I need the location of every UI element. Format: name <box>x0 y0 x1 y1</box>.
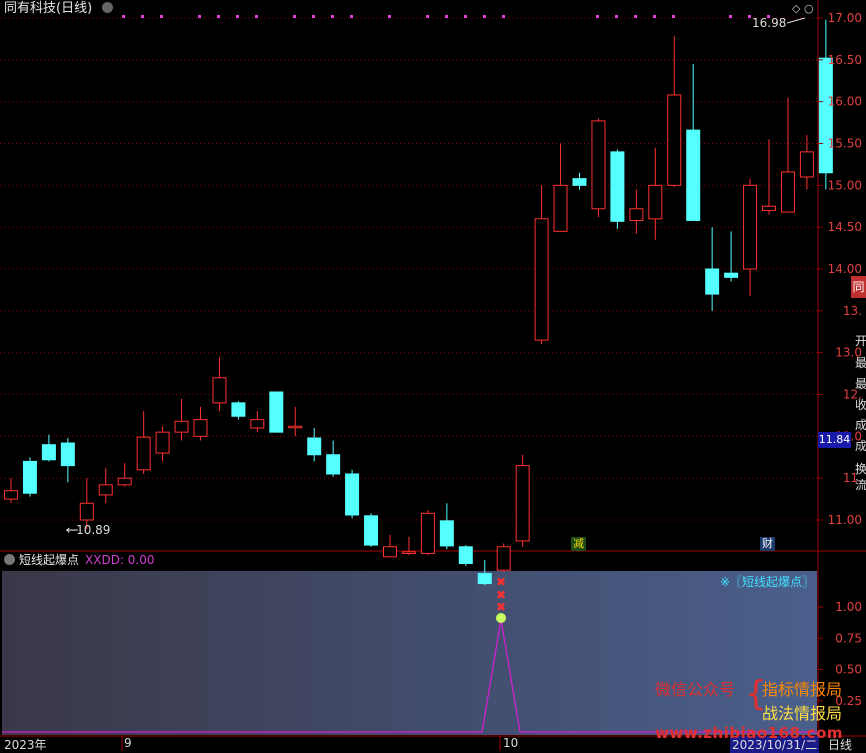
watermark-line2: 指标情报局 <box>762 680 843 699</box>
side-panel-line: 最 <box>855 377 866 391</box>
price-tick-label: 13. <box>843 304 862 318</box>
indicator-tick-label: 1.00 <box>835 600 862 614</box>
watermark-site: www.zhibiao168.com <box>655 724 844 742</box>
candle-body <box>60 442 75 467</box>
candle-body <box>401 551 416 554</box>
side-panel-line: 收 <box>855 398 866 412</box>
candle-body <box>629 208 644 221</box>
candle-body <box>686 129 701 221</box>
side-panel-line: 换 <box>855 462 866 476</box>
candle-body <box>780 171 795 213</box>
price-tick-label: 15.00 <box>828 178 862 192</box>
indicator-tick-label: 0.50 <box>835 663 862 677</box>
candle-body <box>591 120 606 210</box>
side-panel-line: 成 <box>855 418 866 432</box>
candle-body <box>212 377 227 404</box>
watermark-line3: 战法情报局 <box>762 704 843 723</box>
candle-body <box>799 151 814 178</box>
side-panel-line: 流 <box>855 478 866 492</box>
candle-body <box>79 502 94 521</box>
candle-body <box>648 184 663 220</box>
candle-body <box>269 391 284 433</box>
indicator-toggle-icon[interactable] <box>4 554 15 565</box>
indicator-name: 短线起爆点 <box>19 553 80 567</box>
chart-title-bar: 同有科技(日线) <box>0 0 822 18</box>
price-tick-label: 14.50 <box>828 220 862 234</box>
price-tick-label: 11.00 <box>828 513 862 527</box>
svg-text:✖: ✖ <box>496 600 506 614</box>
candle-body <box>439 520 454 547</box>
time-label-oct: 10 <box>503 736 519 750</box>
indicator-pane <box>2 571 817 735</box>
indicator-title-bar: 短线起爆点 XXDD: 0.00 <box>0 551 155 569</box>
candle-body <box>307 437 322 456</box>
side-panel-line: 开 <box>855 334 866 348</box>
candle-body <box>326 454 341 475</box>
low-price-value: 10.89 <box>76 523 111 537</box>
candle-body <box>193 419 208 437</box>
chart-title: 同有科技(日线) <box>4 1 93 16</box>
price-tick-label: 16.00 <box>828 95 862 109</box>
candle-body <box>98 484 113 496</box>
candle-body <box>667 94 682 186</box>
candle-body <box>288 425 303 429</box>
svg-text:✖: ✖ <box>496 575 506 589</box>
price-tick-label: 15.50 <box>828 137 862 151</box>
high-pointer <box>786 17 806 24</box>
candle-body <box>155 431 170 454</box>
candle-body <box>117 477 132 486</box>
current-price-tag: 11.84 <box>818 432 851 448</box>
candle-body <box>345 473 360 516</box>
marker-jian[interactable]: 减 <box>571 537 586 551</box>
candle-body <box>420 512 435 554</box>
candle-body <box>743 184 758 270</box>
diamond-icon[interactable]: ◇ ○ <box>792 2 814 15</box>
price-tick-label: 14.00 <box>828 262 862 276</box>
candle-body <box>174 420 189 433</box>
indicator-value: XXDD: 0.00 <box>85 553 155 567</box>
watermark-wechat: 微信公众号 <box>655 680 736 699</box>
candle-body <box>250 419 265 429</box>
candle-body <box>477 573 492 585</box>
side-panel-line: 成 <box>855 439 866 453</box>
low-price-label: ←10.89 <box>66 523 111 537</box>
side-panel-tab[interactable]: 同 <box>851 276 866 298</box>
signal-icon-stack: ✖ ✖ ✖ <box>496 575 506 623</box>
candle-body <box>41 444 56 461</box>
candle-body <box>496 546 511 571</box>
candle-body <box>364 515 379 546</box>
candle-body <box>4 490 18 500</box>
marker-cai[interactable]: 财 <box>760 537 775 551</box>
candle-body <box>724 272 739 278</box>
candle-body <box>610 151 625 222</box>
candle-body <box>231 402 246 417</box>
time-label-year: 2023年 <box>4 738 47 752</box>
candlestick-series <box>4 19 833 586</box>
price-grid <box>0 17 818 521</box>
candle-body <box>762 205 776 211</box>
candle-body <box>705 268 720 295</box>
main-chart[interactable]: 17.0016.5016.0015.5015.0014.5014.0013.13… <box>0 0 866 751</box>
time-label-sep: 9 <box>124 736 132 750</box>
price-tick-label: 17.00 <box>828 11 862 25</box>
candle-body <box>553 184 568 232</box>
candle-body <box>22 460 37 494</box>
indicator-tick-label: 0.75 <box>835 631 862 645</box>
candle-body <box>534 218 549 341</box>
indicator-legend: ※〖短线起爆点〗 <box>719 575 814 589</box>
candle-body <box>572 178 587 186</box>
candle-body <box>458 546 473 565</box>
candle-body <box>136 436 151 471</box>
price-tick-label: 16.50 <box>828 53 862 67</box>
settings-icon[interactable] <box>102 2 114 13</box>
candle-body <box>383 546 397 558</box>
candle-body <box>818 57 833 174</box>
candle-body <box>515 465 530 542</box>
side-panel-line: 最 <box>855 356 866 370</box>
high-price-label: 16.98 <box>752 16 787 30</box>
